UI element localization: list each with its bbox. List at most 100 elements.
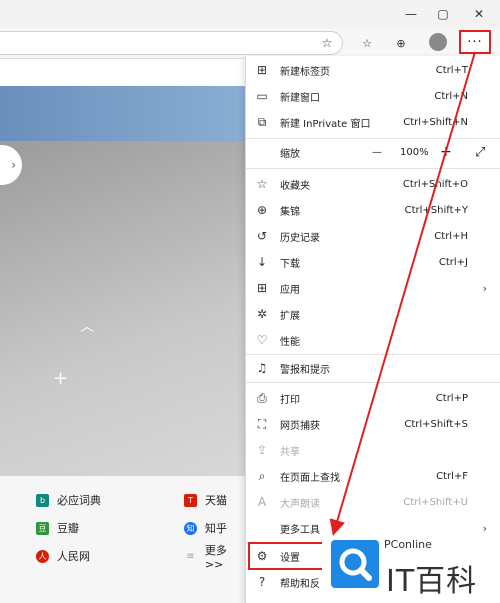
- menu-zoom: 缩放 — 100% + ⤢: [246, 140, 500, 164]
- find-icon: ⌕: [258, 468, 266, 483]
- menu-web-capture[interactable]: ⛶ 网页捕获 Ctrl+Shift+S: [246, 412, 500, 436]
- menu-label: 历史记录: [280, 232, 320, 244]
- menu-divider: [246, 168, 500, 169]
- fullscreen-button[interactable]: ⤢: [475, 140, 485, 164]
- zoom-level: 100%: [400, 140, 429, 164]
- quick-link-label: 必应词典: [57, 494, 101, 507]
- menu-find[interactable]: ⌕ 在页面上查找 Ctrl+F: [246, 464, 500, 488]
- favorites-bar-icon[interactable]: ☆: [356, 32, 378, 54]
- quick-link-label: 人民网: [57, 550, 90, 563]
- menu-shortcut: Ctrl+P: [435, 392, 468, 404]
- more-icon: ···: [467, 34, 483, 50]
- quick-link-bing-dict[interactable]: b 必应词典: [36, 490, 101, 510]
- more-links-icon: ≡: [186, 550, 195, 562]
- title-bar: — ▢ ✕: [0, 0, 500, 28]
- chevron-up-icon[interactable]: ︿: [80, 316, 94, 336]
- menu-shortcut: Ctrl+Shift+N: [403, 116, 468, 128]
- settings-and-more-button[interactable]: ···: [459, 30, 491, 54]
- menu-divider: [246, 138, 500, 139]
- collections-icon[interactable]: ⊕: [390, 32, 412, 54]
- minimize-button[interactable]: —: [398, 4, 424, 24]
- history-icon: ↺: [256, 229, 268, 243]
- chevron-right-icon: ›: [11, 158, 16, 172]
- share-icon: ⇪: [256, 443, 268, 457]
- minus-icon: —: [372, 146, 382, 158]
- menu-favorites[interactable]: ☆ 收藏夹 Ctrl+Shift+O: [246, 172, 500, 196]
- download-icon: ↓: [256, 255, 268, 269]
- menu-label: 打印: [280, 394, 300, 406]
- menu-label: 扩展: [280, 310, 300, 322]
- menu-alerts[interactable]: ♫ 警报和提示: [246, 356, 500, 380]
- watermark-search-logo: [331, 540, 379, 588]
- more-tools-spacer: [254, 520, 270, 536]
- menu-downloads[interactable]: ↓ 下载 Ctrl+J: [246, 250, 500, 274]
- quick-link-label: 更多>>: [204, 543, 227, 571]
- zoom-out-button[interactable]: —: [372, 140, 382, 164]
- menu-print[interactable]: ⎙ 打印 Ctrl+P: [246, 386, 500, 410]
- menu-label: 在页面上查找: [280, 472, 340, 484]
- menu-performance[interactable]: ♡ 性能: [246, 328, 500, 352]
- douban-icon: 豆: [36, 521, 49, 535]
- tmall-icon: T: [184, 493, 197, 507]
- close-button[interactable]: ✕: [466, 4, 492, 24]
- menu-label: 集锦: [280, 206, 300, 218]
- menu-label: 新建标签页: [280, 66, 330, 78]
- page-header-image: [0, 86, 245, 141]
- quick-link-label: 豆瓣: [57, 522, 79, 535]
- menu-new-tab[interactable]: ⊞ 新建标签页 Ctrl+T: [246, 58, 500, 82]
- menu-history[interactable]: ↺ 历史记录 Ctrl+H: [246, 224, 500, 248]
- zhihu-icon: 知: [184, 521, 197, 535]
- quick-link-zhihu[interactable]: 知知乎: [184, 518, 227, 538]
- watermark-logo-text: IT百科: [386, 564, 478, 599]
- menu-label: 新建窗口: [280, 92, 320, 104]
- menu-shortcut: Ctrl+Shift+Y: [404, 204, 468, 216]
- web-capture-icon: ⛶: [257, 416, 267, 431]
- menu-collections[interactable]: ⊕ 集锦 Ctrl+Shift+Y: [246, 198, 500, 222]
- quick-link-douban[interactable]: 豆豆瓣: [36, 518, 79, 538]
- print-icon: ⎙: [257, 390, 267, 405]
- menu-extensions[interactable]: ✲ 扩展: [246, 302, 500, 326]
- performance-icon: ♡: [256, 333, 268, 347]
- menu-shortcut: Ctrl+J: [438, 256, 468, 268]
- zoom-in-button[interactable]: +: [440, 140, 452, 164]
- menu-new-inprivate[interactable]: ⧉ 新建 InPrivate 窗口 Ctrl+Shift+N: [246, 110, 500, 134]
- menu-shortcut: Ctrl+H: [434, 230, 468, 242]
- people-daily-icon: 人: [36, 549, 49, 563]
- menu-apps[interactable]: ⊞ 应用 ›: [246, 276, 500, 300]
- quick-link-label: 天猫: [205, 494, 227, 507]
- menu-label: 收藏夹: [280, 180, 310, 192]
- settings-menu: ⊞ 新建标签页 Ctrl+T ▭ 新建窗口 Ctrl+N ⧉ 新建 InPriv…: [245, 56, 500, 603]
- menu-divider: [246, 382, 500, 383]
- add-tile-icon[interactable]: +: [53, 368, 68, 389]
- menu-shortcut: Ctrl+Shift+O: [402, 178, 468, 190]
- menu-label: 应用: [280, 284, 300, 296]
- restore-icon: ▢: [437, 7, 449, 21]
- quick-links-area: b 必应词典 T 天猫 豆豆瓣 知知乎 人人民网 ≡ 更多>>: [0, 476, 245, 603]
- address-bar[interactable]: ☆: [0, 31, 343, 55]
- quick-link-people[interactable]: 人人民网: [36, 546, 90, 566]
- plus-icon: +: [440, 144, 452, 160]
- profile-avatar[interactable]: [429, 33, 447, 51]
- chevron-right-icon: ›: [482, 281, 487, 295]
- menu-new-window[interactable]: ▭ 新建窗口 Ctrl+N: [246, 84, 500, 108]
- apps-icon: ⊞: [256, 281, 268, 295]
- menu-shortcut: Ctrl+Shift+U: [403, 496, 468, 508]
- quick-link-more[interactable]: ≡ 更多>>: [184, 544, 245, 571]
- bing-dict-icon: b: [36, 493, 49, 507]
- read-aloud-icon: A: [257, 495, 267, 509]
- watermark-brand: PConline: [384, 538, 432, 551]
- menu-shortcut: Ctrl+F: [436, 470, 468, 482]
- add-favorite-icon[interactable]: ☆: [318, 34, 336, 52]
- menu-shortcut: Ctrl+N: [434, 90, 468, 102]
- fullscreen-icon: ⤢: [475, 144, 486, 160]
- menu-label: 共享: [280, 446, 300, 458]
- browser-toolbar: ☆ ☆ ⊕ ···: [0, 28, 500, 59]
- settings-highlight: [248, 542, 332, 570]
- help-icon: ?: [258, 575, 266, 589]
- bell-icon: ♫: [256, 361, 268, 375]
- restore-button[interactable]: ▢: [430, 4, 456, 24]
- menu-read-aloud[interactable]: A 大声朗读 Ctrl+Shift+U: [246, 490, 500, 514]
- menu-share[interactable]: ⇪ 共享: [246, 438, 500, 462]
- extensions-icon: ✲: [256, 307, 268, 321]
- quick-link-tmall[interactable]: T 天猫: [184, 490, 227, 510]
